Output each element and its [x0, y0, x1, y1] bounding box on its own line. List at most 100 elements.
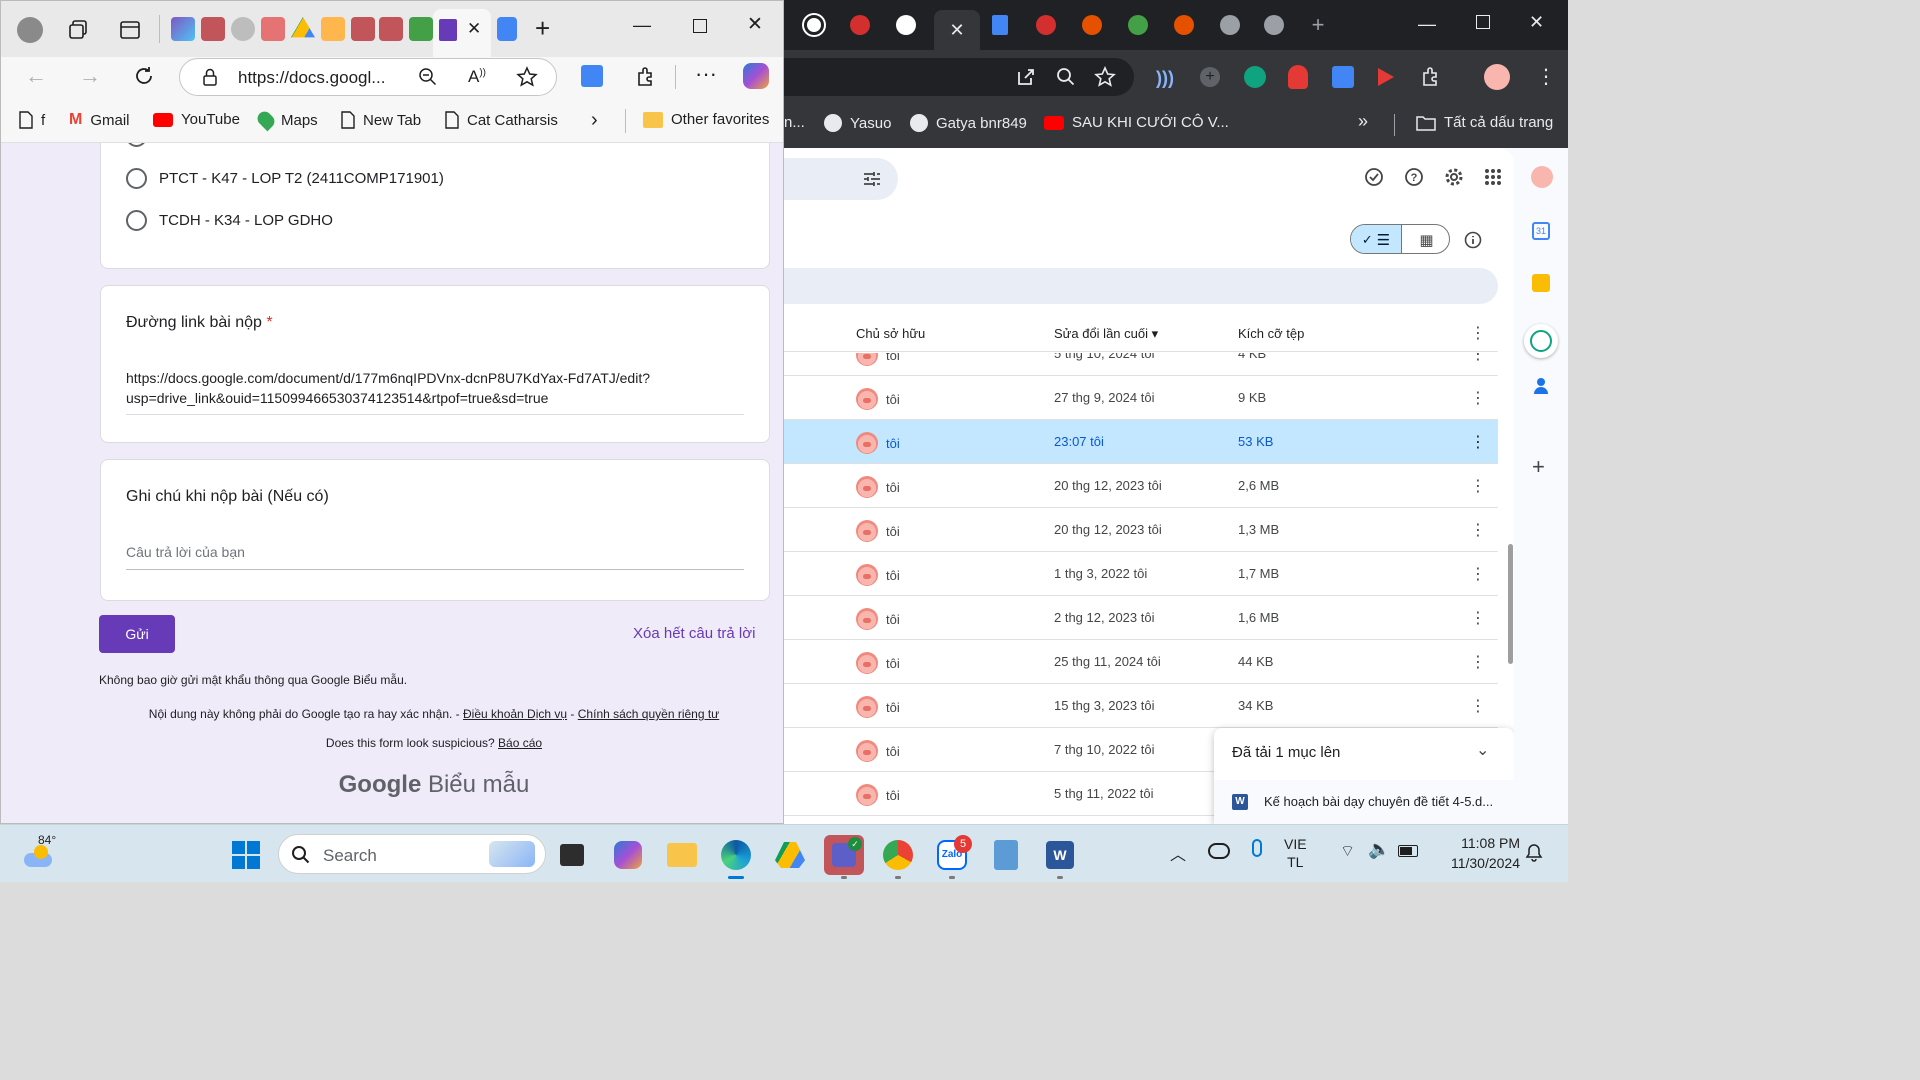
bookmark-star-icon[interactable] — [1094, 66, 1116, 88]
radio-option[interactable]: PTCT - K47 - LOP T2 (2411COMP171901) — [126, 168, 444, 189]
read-aloud-icon[interactable]: A)) — [468, 67, 486, 87]
settings-gear-icon[interactable] — [1444, 167, 1464, 187]
grid-view-button[interactable]: ▦ — [1401, 225, 1449, 253]
battery-icon[interactable] — [1398, 845, 1418, 857]
edge-tab-6[interactable] — [321, 17, 345, 41]
chrome-bookmark-youtube[interactable]: SAU KHI CƯỚI CÔ V... — [1044, 114, 1229, 131]
upload-item[interactable]: W Kế hoạch bài dạy chuyên đề tiết 4-5.d.… — [1214, 780, 1534, 824]
edge-minimize-icon[interactable]: — — [633, 15, 651, 36]
column-options-icon[interactable]: ⋮ — [1470, 323, 1486, 343]
more-actions-icon[interactable]: ⋮ — [1470, 476, 1486, 496]
more-actions-icon[interactable]: ⋮ — [1470, 432, 1486, 452]
edge-tab-8[interactable] — [379, 17, 403, 41]
more-actions-icon[interactable]: ⋮ — [1470, 388, 1486, 408]
favorite-maps[interactable]: Maps — [254, 108, 318, 132]
google-drive-taskbar[interactable] — [770, 835, 810, 875]
more-actions-icon[interactable]: ⋮ — [1470, 564, 1486, 584]
chrome-tab-9[interactable] — [1210, 9, 1250, 41]
favorite-new-tab[interactable]: New Tab — [341, 111, 421, 129]
keep-icon[interactable] — [1532, 274, 1550, 292]
notification-bell-icon[interactable] — [1524, 843, 1544, 863]
radio-option-partial[interactable] — [126, 143, 147, 147]
zoom-out-icon[interactable] — [418, 67, 438, 87]
file-explorer-taskbar[interactable] — [662, 835, 702, 875]
chrome-taskbar[interactable] — [878, 835, 918, 879]
search-options-icon[interactable] — [862, 169, 882, 189]
edge-address-bar[interactable]: https://docs.googl... A)) — [179, 58, 557, 96]
new-tab-plus-icon[interactable]: + — [535, 13, 550, 44]
edge-tab-2[interactable] — [201, 17, 225, 41]
drive-search-bar[interactable] — [784, 158, 898, 200]
edge-tab-pdf[interactable] — [261, 17, 285, 41]
notepad-taskbar[interactable] — [986, 835, 1026, 875]
collapse-chevron-icon[interactable]: ⌄ — [1476, 740, 1489, 760]
word-taskbar[interactable]: W — [1040, 835, 1080, 879]
table-row[interactable]: tôi 20 thg 12, 2023 tôi 2,6 MB ⋮ — [784, 464, 1498, 508]
extension-play-icon[interactable] — [1378, 68, 1394, 86]
translate-extension-icon[interactable] — [581, 65, 603, 87]
edge-tab-3[interactable] — [231, 17, 255, 41]
other-favorites-folder[interactable]: Other favorites — [643, 111, 769, 128]
zoom-icon[interactable] — [1056, 67, 1076, 87]
copilot-icon[interactable] — [743, 63, 769, 89]
more-actions-icon[interactable]: ⋮ — [1470, 353, 1486, 364]
edge-tab-active[interactable]: ✕ — [433, 9, 491, 57]
edge-tab-1[interactable] — [171, 17, 195, 41]
info-icon[interactable] — [1464, 231, 1482, 249]
edge-tab-7[interactable] — [351, 17, 375, 41]
forward-arrow-icon[interactable]: → — [79, 63, 101, 89]
report-link[interactable]: Báo cáo — [498, 736, 542, 750]
note-answer-field[interactable]: Câu trả lời của bạn — [126, 544, 744, 570]
chrome-tab-7[interactable] — [1118, 9, 1158, 41]
account-avatar[interactable] — [1531, 166, 1553, 188]
chrome-bookmark-gatya[interactable]: Gatya bnr849 — [910, 114, 1027, 132]
favorites-overflow-chevron[interactable]: › — [591, 109, 598, 132]
edge-maximize-icon[interactable] — [693, 19, 707, 33]
chrome-tab-chatgpt[interactable] — [794, 9, 834, 41]
table-row[interactable]: tôi 5 thg 10, 2024 tôi 4 KB ⋮ — [784, 353, 1498, 376]
favorite-cat-catharsis[interactable]: Cat Catharsis — [445, 111, 558, 129]
edge-close-icon[interactable]: ✕ — [747, 13, 763, 36]
chrome-tab-5[interactable] — [1026, 9, 1066, 41]
table-row[interactable]: tôi 15 thg 3, 2023 tôi 34 KB ⋮ — [784, 684, 1498, 728]
favorite-f[interactable]: f — [19, 111, 45, 129]
lock-icon[interactable] — [202, 68, 218, 86]
extensions-puzzle-icon[interactable] — [1420, 65, 1442, 87]
privacy-link[interactable]: Chính sách quyền riêng tư — [578, 707, 719, 721]
favorite-youtube[interactable]: YouTube — [153, 111, 240, 128]
wifi-icon[interactable]: ⌔ — [1340, 841, 1355, 861]
edge-tab-sheets[interactable] — [409, 17, 433, 41]
close-tab-icon[interactable]: ✕ — [467, 19, 481, 39]
profile-avatar[interactable] — [17, 17, 43, 43]
start-button[interactable] — [226, 835, 266, 875]
table-row[interactable]: tôi 1 thg 3, 2022 tôi 1,7 MB ⋮ — [784, 552, 1498, 596]
tab-actions-icon[interactable] — [119, 19, 141, 41]
chrome-close-icon[interactable]: ✕ — [1529, 12, 1544, 33]
bookmarks-overflow-chevron[interactable]: » — [1358, 111, 1368, 132]
onedrive-cloud-icon[interactable] — [1208, 843, 1230, 859]
edge-taskbar[interactable] — [716, 835, 756, 879]
chrome-tab-8[interactable] — [1164, 9, 1204, 41]
more-menu-icon[interactable]: ··· — [695, 61, 717, 87]
clock[interactable]: 11:08 PM 11/30/2024 — [1430, 833, 1520, 873]
scrollbar-thumb[interactable] — [1508, 544, 1513, 664]
chrome-tab-chatgpt-2[interactable] — [886, 9, 926, 41]
chrome-tab-10[interactable] — [1254, 9, 1294, 41]
chrome-restore-icon[interactable] — [1476, 15, 1490, 29]
refresh-icon[interactable] — [133, 65, 155, 87]
add-addon-plus-icon[interactable]: + — [1532, 454, 1545, 480]
profile-avatar[interactable] — [1484, 64, 1510, 90]
volume-icon[interactable]: 🔈 — [1368, 839, 1390, 860]
radio-option[interactable]: TCDH - K34 - LOP GDHO — [126, 210, 333, 231]
show-hidden-icons-chevron[interactable]: ︿ — [1170, 841, 1186, 865]
extension-chatgpt-icon[interactable] — [1244, 66, 1266, 88]
favorite-gmail[interactable]: M Gmail — [69, 111, 130, 129]
chrome-tab-6[interactable] — [1072, 9, 1112, 41]
table-row[interactable]: tôi 2 thg 12, 2023 tôi 1,6 MB ⋮ — [784, 596, 1498, 640]
contacts-icon[interactable] — [1534, 378, 1548, 394]
clear-form-button[interactable]: Xóa hết câu trả lời — [633, 625, 755, 642]
chrome-tab-2[interactable] — [840, 9, 880, 41]
favorite-star-icon[interactable] — [516, 66, 538, 88]
chrome-tab-docs[interactable] — [980, 9, 1020, 41]
more-actions-icon[interactable]: ⋮ — [1470, 608, 1486, 628]
